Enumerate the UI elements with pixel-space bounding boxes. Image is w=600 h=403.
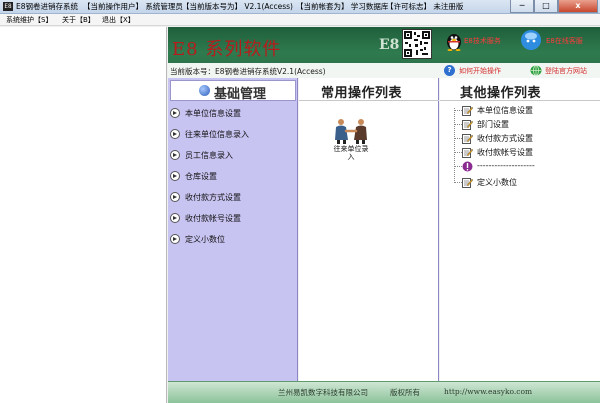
tree-item-label: 收付款帐号设置 bbox=[477, 148, 533, 157]
play-circle-icon bbox=[170, 171, 180, 181]
footer-company: 兰州易凯数字科技有限公司 bbox=[278, 388, 368, 397]
online-service-icon[interactable] bbox=[520, 29, 542, 51]
play-circle-icon bbox=[170, 129, 180, 139]
sidebar-item-unit-info[interactable]: 本单位信息设置 bbox=[170, 105, 296, 121]
edit-icon bbox=[462, 120, 473, 130]
orb-icon bbox=[199, 85, 210, 96]
sidebar-item-partner-entry[interactable]: 往来单位信息录入 bbox=[170, 126, 296, 142]
edit-icon bbox=[462, 178, 473, 188]
partner-entry-shortcut[interactable]: 往来单位录 入 bbox=[329, 118, 373, 164]
window-title-license: 【许可标志】 未注册版 bbox=[386, 2, 464, 11]
window-title-user: 【当前操作用户】 系统管理员 bbox=[83, 2, 183, 11]
common-operations-panel: 常用操作列表 往来单位录 入 bbox=[299, 78, 439, 381]
left-blank-pane bbox=[0, 27, 167, 403]
tree-connector bbox=[454, 152, 462, 153]
official-site-link[interactable]: 登陆官方网站 bbox=[545, 66, 587, 76]
qr-code-icon bbox=[402, 29, 432, 59]
partner-entry-shortcut-label: 往来单位录 入 bbox=[333, 145, 369, 161]
sidebar-item-label: 员工信息录入 bbox=[185, 151, 233, 160]
tree-separator-label: -------------------- bbox=[477, 161, 535, 170]
footer-url[interactable]: http://www.easyko.com bbox=[444, 387, 532, 396]
handshake-icon bbox=[335, 119, 367, 144]
sidebar-item-label: 往来单位信息录入 bbox=[185, 130, 249, 139]
minimize-button[interactable]: ─ bbox=[510, 0, 534, 13]
play-circle-icon bbox=[170, 234, 180, 244]
sidebar-item-warehouse[interactable]: 仓库设置 bbox=[170, 168, 296, 184]
common-operations-heading: 常用操作列表 bbox=[299, 78, 439, 101]
app-window: E8 E8钢卷进销存系统 【当前操作用户】 系统管理员 【当前版本号为】 V2.… bbox=[0, 0, 600, 403]
other-operations-heading: 其他操作列表 bbox=[440, 78, 600, 101]
qq-penguin-icon[interactable] bbox=[445, 31, 463, 51]
banner-info-strip: 当前版本号：E8钢卷进销存系统V2.1(Access) ? 如何开始操作 登陆官… bbox=[168, 63, 600, 78]
window-title-app: E8钢卷进销存系统 bbox=[16, 2, 79, 11]
sidebar-heading-label: 基础管理 bbox=[214, 87, 267, 102]
sidebar-item-label: 仓库设置 bbox=[185, 172, 217, 181]
sidebar-item-payment-account[interactable]: 收付款帐号设置 bbox=[170, 210, 296, 226]
tree-item-label: 本单位信息设置 bbox=[477, 106, 533, 115]
question-icon[interactable]: ? bbox=[444, 65, 455, 76]
online-customer-service-label[interactable]: E8在线客服 bbox=[546, 36, 583, 46]
tree-item-label: 部门设置 bbox=[477, 120, 509, 129]
tree-item-label: 收付款方式设置 bbox=[477, 134, 533, 143]
qq-tech-service-label[interactable]: E8技术服务 bbox=[464, 36, 501, 46]
footer: 兰州易凯数字科技有限公司 版权所有 http://www.easyko.com bbox=[168, 381, 600, 403]
tree-connector bbox=[454, 166, 462, 167]
tree-connector bbox=[454, 124, 462, 125]
menu-exit[interactable]: 退出【X】 bbox=[102, 15, 135, 25]
menu-about[interactable]: 关于【B】 bbox=[62, 15, 95, 25]
common-operations-heading-label: 常用操作列表 bbox=[321, 86, 403, 101]
play-circle-icon bbox=[170, 192, 180, 202]
e8-logo: E8 bbox=[379, 37, 400, 53]
window-title-account: 【当前帐套为】 学习数据库 bbox=[296, 2, 389, 11]
play-circle-icon bbox=[170, 150, 180, 160]
sidebar-item-label: 定义小数位 bbox=[185, 235, 225, 244]
tree-item-label: 定义小数位 bbox=[477, 178, 517, 187]
app-icon: E8 bbox=[3, 2, 13, 11]
title-bar: E8 E8钢卷进销存系统 【当前操作用户】 系统管理员 【当前版本号为】 V2.… bbox=[0, 0, 600, 14]
tree-connector bbox=[454, 110, 462, 111]
globe-icon[interactable] bbox=[530, 65, 542, 76]
sidebar-item-label: 本单位信息设置 bbox=[185, 109, 241, 118]
banner: E8 系列软件 E8 E8技术服务 E8在线客服 当前版本号：E8钢卷进销存系统… bbox=[168, 27, 600, 78]
menu-bar: 系统维护【S】 关于【B】 退出【X】 bbox=[0, 14, 600, 26]
sidebar-item-payment-method[interactable]: 收付款方式设置 bbox=[170, 189, 296, 205]
close-button[interactable]: x bbox=[558, 0, 598, 13]
footer-rights: 版权所有 bbox=[390, 388, 420, 397]
other-operations-heading-label: 其他操作列表 bbox=[460, 86, 542, 101]
sidebar-item-decimal-places[interactable]: 定义小数位 bbox=[170, 231, 296, 247]
sidebar-heading: 基础管理 bbox=[170, 80, 296, 102]
edit-icon bbox=[462, 106, 473, 116]
sidebar-item-label: 收付款帐号设置 bbox=[185, 214, 241, 223]
window-title-version: 【当前版本号为】 V2.1(Access) bbox=[182, 2, 293, 11]
other-operations-panel: 其他操作列表 本单位信息设置 部门设置 收付款方式设置 收付款帐号设置 ----… bbox=[440, 78, 600, 381]
window-controls: ─ □ x bbox=[510, 0, 598, 13]
info-icon bbox=[462, 161, 473, 172]
sidebar-item-label: 收付款方式设置 bbox=[185, 193, 241, 202]
edit-icon bbox=[462, 148, 473, 158]
banner-title: E8 系列软件 bbox=[172, 39, 282, 60]
sidebar-item-employee-entry[interactable]: 员工信息录入 bbox=[170, 147, 296, 163]
version-label: 当前版本号：E8钢卷进销存系统V2.1(Access) bbox=[170, 67, 326, 76]
maximize-button[interactable]: □ bbox=[534, 0, 558, 13]
edit-icon bbox=[462, 134, 473, 144]
play-circle-icon bbox=[170, 213, 180, 223]
tree-connector bbox=[454, 108, 455, 183]
menu-system-maintenance[interactable]: 系统维护【S】 bbox=[6, 15, 52, 25]
play-circle-icon bbox=[170, 108, 180, 118]
basic-management-sidebar: 基础管理 本单位信息设置 往来单位信息录入 员工信息录入 仓库设置 收付款方式设… bbox=[168, 78, 298, 381]
tree-connector bbox=[454, 182, 462, 183]
tree-connector bbox=[454, 138, 462, 139]
how-to-start-link[interactable]: 如何开始操作 bbox=[459, 66, 501, 76]
